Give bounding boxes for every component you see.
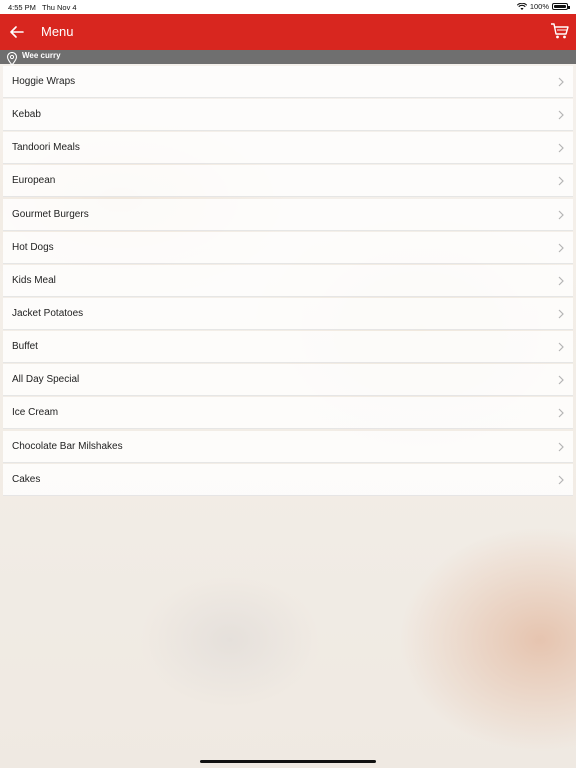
page-title: Menu: [41, 24, 74, 39]
menu-item-label: Kids Meal: [12, 274, 56, 286]
chevron-right-icon: [558, 243, 564, 253]
menu-item-label: Gourmet Burgers: [12, 208, 89, 220]
status-date: Thu Nov 4: [42, 3, 77, 12]
menu-item-label: All Day Special: [12, 374, 80, 386]
location-bar: Wee curry: [0, 50, 576, 66]
chevron-right-icon: [558, 176, 564, 186]
menu-item-label: Tandoori Meals: [12, 142, 80, 154]
arrow-left-icon: [10, 26, 24, 38]
battery-icon: [552, 3, 570, 10]
chevron-right-icon: [558, 77, 564, 87]
chevron-right-icon: [558, 110, 564, 120]
location-name: Wee curry: [22, 51, 61, 60]
cart-icon: [551, 23, 569, 39]
chevron-right-icon: [558, 408, 564, 418]
menu-item-ice-cream[interactable]: Ice Cream: [3, 397, 573, 430]
back-button[interactable]: [7, 22, 27, 42]
menu-item-label: Chocolate Bar Milshakes: [12, 440, 123, 452]
menu-item-european[interactable]: European: [3, 165, 573, 198]
chevron-right-icon: [558, 442, 564, 451]
menu-item-hoggie-wraps[interactable]: Hoggie Wraps: [3, 66, 573, 98]
menu-item-label: Ice Cream: [12, 407, 59, 419]
status-bar: 4:55 PM Thu Nov 4 100%: [0, 0, 576, 14]
menu-category-list: Hoggie Wraps Kebab Tandoori Meals Europe…: [3, 66, 573, 497]
menu-item-chocolate-bar-milshakes[interactable]: Chocolate Bar Milshakes: [3, 430, 573, 463]
wifi-icon: [516, 2, 527, 10]
menu-item-cakes[interactable]: Cakes: [3, 463, 573, 496]
menu-item-label: Hot Dogs: [12, 241, 54, 253]
home-indicator[interactable]: [200, 760, 376, 763]
menu-item-label: European: [12, 175, 56, 187]
chevron-right-icon: [558, 143, 564, 153]
menu-item-hot-dogs[interactable]: Hot Dogs: [3, 231, 573, 264]
menu-item-label: Kebab: [12, 109, 41, 121]
chevron-right-icon: [558, 375, 564, 385]
status-time: 4:55 PM: [8, 3, 36, 12]
chevron-right-icon: [558, 210, 564, 219]
menu-item-jacket-potatoes[interactable]: Jacket Potatoes: [3, 297, 573, 330]
cart-button[interactable]: [550, 21, 570, 41]
menu-item-all-day-special[interactable]: All Day Special: [3, 364, 573, 397]
status-indicators: 100%: [516, 2, 570, 11]
menu-item-gourmet-burgers[interactable]: Gourmet Burgers: [3, 198, 573, 231]
chevron-right-icon: [558, 276, 564, 286]
battery-percent: 100%: [529, 2, 549, 11]
chevron-right-icon: [558, 309, 564, 319]
location-pin-icon: [6, 52, 18, 66]
chevron-right-icon: [558, 475, 564, 485]
menu-item-label: Jacket Potatoes: [12, 307, 84, 319]
menu-item-label: Hoggie Wraps: [12, 76, 76, 87]
app-header: Menu: [0, 14, 576, 50]
menu-item-kids-meal[interactable]: Kids Meal: [3, 264, 573, 297]
menu-item-label: Cakes: [12, 473, 41, 485]
menu-item-buffet[interactable]: Buffet: [3, 331, 573, 364]
menu-item-label: Buffet: [12, 341, 38, 353]
chevron-right-icon: [558, 342, 564, 352]
menu-item-tandoori-meals[interactable]: Tandoori Meals: [3, 132, 573, 165]
menu-item-kebab[interactable]: Kebab: [3, 99, 573, 132]
